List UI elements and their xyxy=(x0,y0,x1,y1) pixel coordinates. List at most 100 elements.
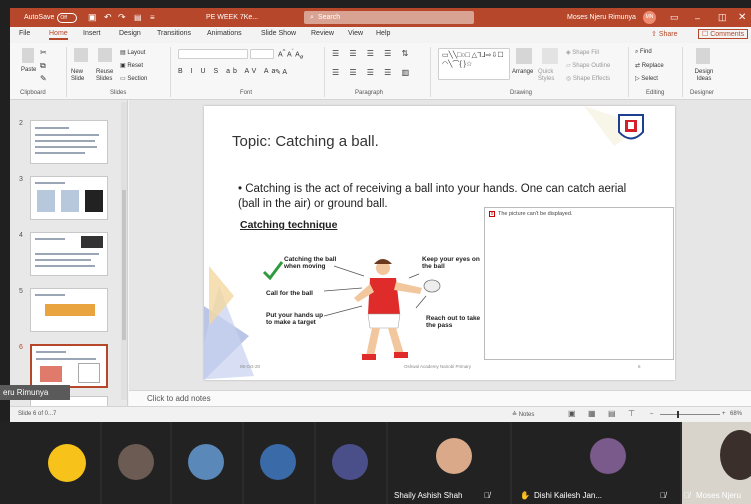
select-button[interactable]: ▷ Select xyxy=(635,75,658,82)
quick-styles-icon[interactable] xyxy=(542,48,558,64)
design-ideas-label[interactable]: Design Ideas xyxy=(690,69,718,83)
new-slide-label[interactable]: New Slide xyxy=(71,69,95,83)
normal-view-icon[interactable]: ▣ xyxy=(568,409,576,418)
participant-tile[interactable] xyxy=(102,422,170,504)
copy-icon[interactable]: ⧉ xyxy=(40,61,46,71)
shape-effects-button[interactable]: ◎ Shape Effects xyxy=(566,75,610,82)
zoom-in-icon[interactable]: + xyxy=(722,411,726,417)
participant-tile[interactable] xyxy=(172,422,242,504)
shape-outline-label: Shape Outline xyxy=(572,63,611,69)
search-input[interactable]: ⌕ Search xyxy=(304,11,474,24)
font-color-icon[interactable]: ✎ A xyxy=(275,68,287,76)
thumb-text xyxy=(35,140,95,142)
new-slide-icon[interactable] xyxy=(74,48,88,62)
slide-title[interactable]: Topic: Catching a ball. xyxy=(232,133,379,150)
font-size-box[interactable] xyxy=(250,49,274,59)
present-icon[interactable]: ▤ xyxy=(134,8,142,27)
participant-tile[interactable] xyxy=(316,422,386,504)
paste-icon[interactable] xyxy=(22,48,34,63)
reuse-slides-icon[interactable] xyxy=(98,48,112,62)
participant-tile[interactable]: ✋ Dishi Kailesh Jan... 🎙̸ xyxy=(512,422,680,504)
reading-view-icon[interactable]: ▤ xyxy=(608,409,616,418)
zoom-out-icon[interactable]: – xyxy=(650,411,653,417)
autosave-toggle[interactable]: Off xyxy=(57,12,78,23)
account-name[interactable]: Moses Njeru Rimunya xyxy=(567,8,636,27)
ribbon-divider xyxy=(66,47,67,97)
tab-help[interactable]: Help xyxy=(376,30,390,37)
tab-review[interactable]: Review xyxy=(311,30,334,37)
section-button[interactable]: ▭ Section xyxy=(120,75,147,82)
zoom-slider-thumb[interactable] xyxy=(677,411,679,418)
slide-canvas[interactable]: Topic: Catching a ball. • Catching is th… xyxy=(204,106,675,380)
design-ideas-icon[interactable] xyxy=(696,48,710,64)
notes-toggle-button[interactable]: ≙ Notes xyxy=(512,411,534,418)
slide-thumbnail[interactable] xyxy=(30,176,108,220)
cut-icon[interactable]: ✂ xyxy=(40,48,47,57)
account-avatar[interactable]: MN xyxy=(643,11,656,24)
zoom-slider[interactable] xyxy=(660,414,720,415)
close-icon[interactable]: ✕ xyxy=(738,8,746,27)
tab-view[interactable]: View xyxy=(348,30,363,37)
participant-tile[interactable] xyxy=(0,422,100,504)
thumb-image xyxy=(45,304,95,316)
shape-fill-button[interactable]: ◈ Shape Fill xyxy=(566,49,599,56)
minimize-icon[interactable]: – xyxy=(695,8,700,27)
participant-tile[interactable] xyxy=(244,422,314,504)
font-style-icons[interactable]: B I U S ab AV Aa xyxy=(178,68,278,75)
slide-thumbnail[interactable] xyxy=(30,232,108,276)
tab-slide-show[interactable]: Slide Show xyxy=(261,30,296,37)
align-icons[interactable]: ☰ ☰ ☰ ☰ ▥ xyxy=(332,68,413,77)
quick-styles-label[interactable]: Quick Styles xyxy=(538,69,562,83)
participant-tile-video[interactable]: 🎙̸ Moses Njeru xyxy=(682,422,751,504)
slide-thumbnail[interactable] xyxy=(30,120,108,164)
maximize-icon[interactable]: ◫ xyxy=(718,8,727,27)
format-painter-icon[interactable]: ✎ xyxy=(40,74,47,83)
replace-button[interactable]: ⇄ Replace xyxy=(635,62,664,69)
layout-button[interactable]: ▤ Layout xyxy=(120,49,145,56)
tab-insert[interactable]: Insert xyxy=(83,30,101,37)
zoom-level[interactable]: 68% xyxy=(730,411,742,417)
share-button[interactable]: ⇧ Share xyxy=(651,30,678,38)
undo-icon[interactable]: ↶ xyxy=(104,8,112,27)
autosave-control[interactable]: AutoSave Off xyxy=(24,8,78,27)
thumb-text xyxy=(35,182,65,184)
customize-qat-icon[interactable]: ≡ xyxy=(150,8,155,27)
list-icons[interactable]: ☰ ☰ ☰ ☰ ⇅ xyxy=(332,49,412,58)
presenter-name-tag: eru Rimunya xyxy=(0,385,70,400)
slide-thumbnail[interactable] xyxy=(30,288,108,332)
group-editing: Editing xyxy=(646,90,665,96)
font-grow-icon[interactable]: A^ Aˇ Aø xyxy=(278,49,303,61)
tab-animations[interactable]: Animations xyxy=(207,30,242,37)
tab-transitions[interactable]: Transitions xyxy=(157,30,191,37)
reuse-slides-label[interactable]: Reuse Slides xyxy=(96,69,120,83)
redo-icon[interactable]: ↷ xyxy=(118,8,126,27)
scrollbar-thumb[interactable] xyxy=(122,190,126,340)
group-slides: Slides xyxy=(110,90,127,96)
notes-pane[interactable]: Click to add notes xyxy=(129,390,751,406)
thumbnails-scrollbar[interactable] xyxy=(121,102,127,400)
shape-effects-label: Shape Effects xyxy=(572,76,611,82)
find-button[interactable]: ⌕ Find xyxy=(635,49,652,56)
broken-image-placeholder[interactable]: x The picture can't be displayed. xyxy=(484,207,674,360)
reset-button[interactable]: ▣ Reset xyxy=(120,62,143,69)
tab-design[interactable]: Design xyxy=(119,30,141,37)
shape-outline-button[interactable]: ▱ Shape Outline xyxy=(566,62,610,69)
save-icon[interactable]: ▣ xyxy=(88,8,97,27)
slide-thumbnail-active[interactable] xyxy=(30,344,108,388)
arrange-label[interactable]: Arrange xyxy=(512,69,533,75)
tab-file[interactable]: File xyxy=(19,30,30,37)
ribbon-display-icon[interactable]: ▭ xyxy=(670,8,679,27)
comments-label: Comments xyxy=(710,31,745,38)
tab-home[interactable]: Home xyxy=(49,30,68,40)
document-title: PE WEEK 7Ke... xyxy=(206,14,259,21)
technique-heading[interactable]: Catching technique xyxy=(240,219,337,231)
ribbon-divider xyxy=(324,47,325,97)
arrange-icon[interactable] xyxy=(516,48,532,64)
thumb-text xyxy=(36,358,96,360)
font-name-box[interactable] xyxy=(178,49,248,59)
slide-sorter-icon[interactable]: ▦ xyxy=(588,409,596,418)
participant-avatar xyxy=(332,444,368,480)
comments-button[interactable]: ☐ Comments xyxy=(698,29,749,39)
slideshow-view-icon[interactable]: ⊤ xyxy=(628,409,635,418)
participant-tile[interactable]: Shaily Ashish Shah 🎙̸ xyxy=(388,422,510,504)
